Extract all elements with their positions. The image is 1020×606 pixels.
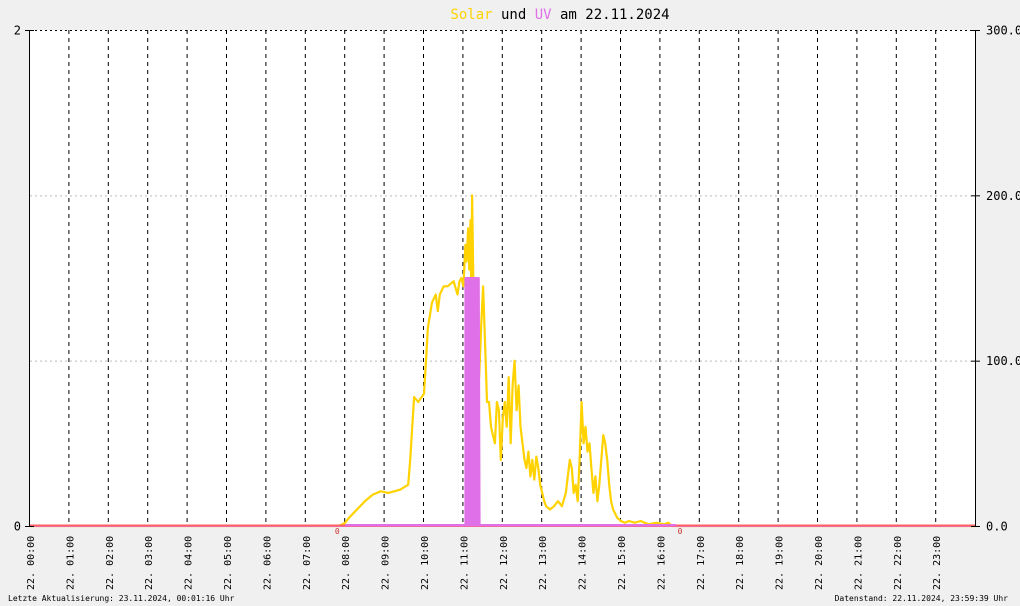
title-date: am 22.11.2024 xyxy=(552,7,670,23)
x-tick-label: 22. 01:00 xyxy=(65,536,76,590)
x-tick-label: 22. 15:00 xyxy=(617,536,628,590)
right-axis-tick-label: 200.0 xyxy=(986,189,1020,203)
baseline-marker: 0 xyxy=(335,527,340,536)
x-tick-label: 22. 19:00 xyxy=(775,536,786,590)
x-tick-label: 22. 02:00 xyxy=(105,536,116,590)
x-tick-label: 22. 04:00 xyxy=(184,536,195,590)
right-axis-tick-label: 0.0 xyxy=(986,520,1008,534)
x-tick-label: 22. 12:00 xyxy=(499,536,510,590)
x-tick-label: 22. 08:00 xyxy=(341,536,352,590)
x-tick-label: 22. 21:00 xyxy=(853,536,864,590)
x-tick-label: 22. 14:00 xyxy=(578,536,589,590)
x-tick-label: 22. 10:00 xyxy=(420,536,431,590)
left-axis-tick-label: 2 xyxy=(14,24,21,38)
x-tick-label: 22. 09:00 xyxy=(381,536,392,590)
footer-last-update: Letzte Aktualisierung: 23.11.2024, 00:01… xyxy=(8,594,235,603)
x-tick-label: 22. 00:00 xyxy=(26,536,37,590)
left-axis-tick-label: 0 xyxy=(14,520,21,534)
x-tick-label: 22. 17:00 xyxy=(696,536,707,590)
x-tick-label: 22. 07:00 xyxy=(302,536,313,590)
title-und: und xyxy=(493,7,535,23)
x-tick-label: 22. 03:00 xyxy=(144,536,155,590)
x-tick-label: 22. 13:00 xyxy=(538,536,549,590)
x-tick-label: 22. 23:00 xyxy=(932,536,943,590)
x-tick-label: 22. 11:00 xyxy=(459,536,470,590)
right-axis-tick-label: 100.0 xyxy=(986,354,1020,368)
title-solar: Solar xyxy=(450,7,492,23)
title-uv: UV xyxy=(535,7,552,23)
chart-window: 0.0 100.0 200.0 300.0 0 2 22. 00:00 22. 01:00 22… xyxy=(0,0,1020,606)
baseline-marker: 0 xyxy=(678,527,683,536)
x-tick-label: 22. 20:00 xyxy=(814,536,825,590)
solar-uv-chart: 0.0 100.0 200.0 300.0 0 2 22. 00:00 22. 01:00 22… xyxy=(0,0,1020,606)
x-tick-label: 22. 18:00 xyxy=(735,536,746,590)
x-tick-label: 22. 06:00 xyxy=(262,536,273,590)
x-tick-label: 22. 16:00 xyxy=(656,536,667,590)
chart-title: Solar und UV am 22.11.2024 xyxy=(450,7,669,23)
right-axis-tick-label: 300.0 xyxy=(986,24,1020,38)
footer-data-status: Datenstand: 22.11.2024, 23:59:39 Uhr xyxy=(835,594,1009,603)
x-tick-label: 22. 22:00 xyxy=(893,536,904,590)
x-tick-label: 22. 05:00 xyxy=(223,536,234,590)
